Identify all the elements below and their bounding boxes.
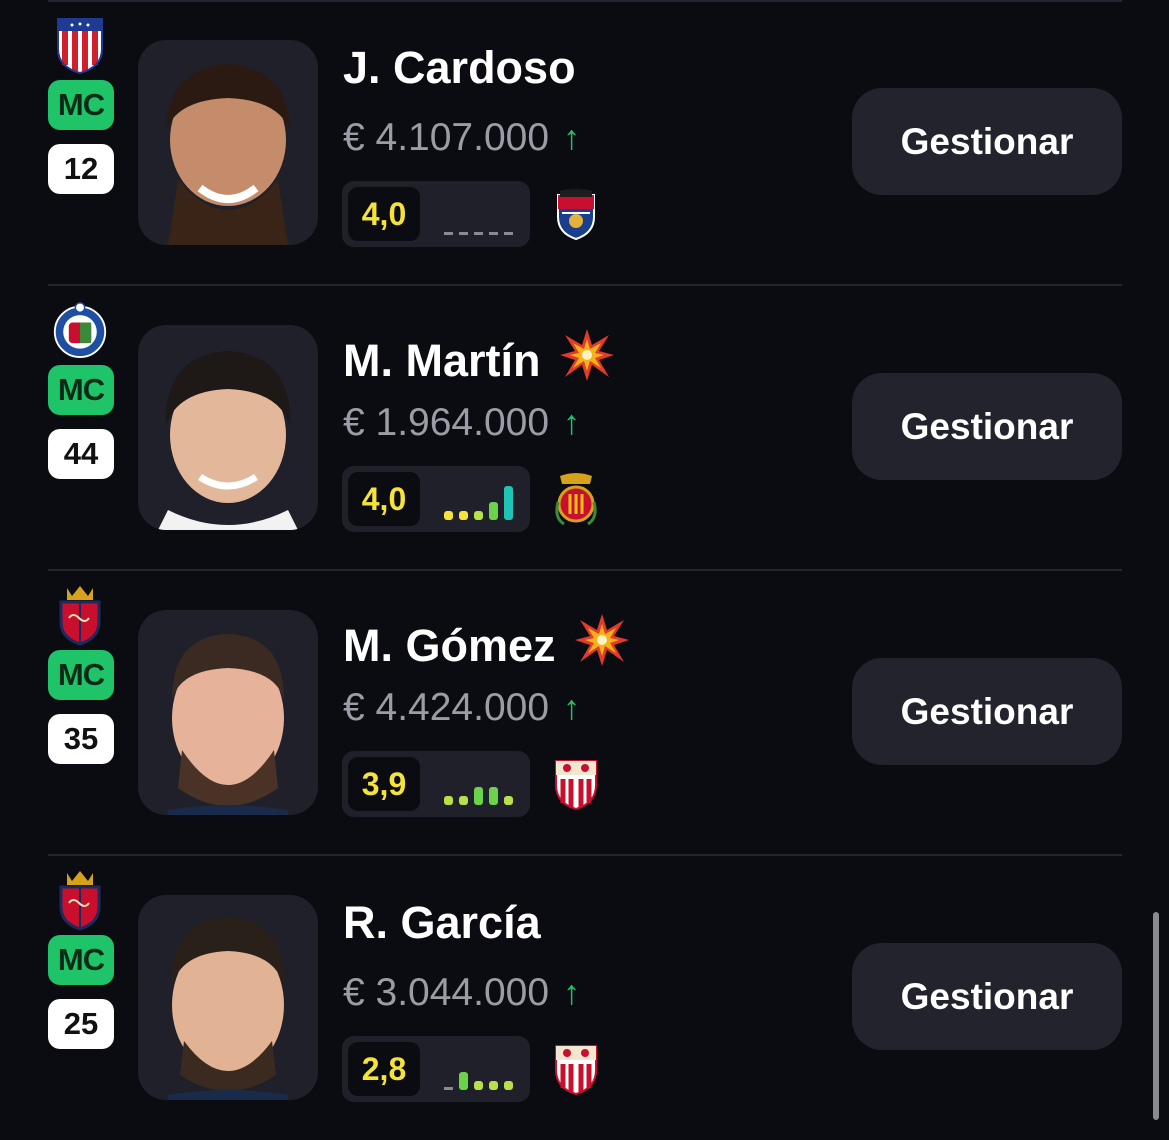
atletico-madrid-crest-icon (52, 10, 108, 80)
player-name-text: J. Cardoso (343, 42, 576, 93)
player-name[interactable]: M. Gómez (343, 612, 630, 679)
player-price: € 4.107.000 ↑ (343, 116, 580, 160)
player-price: € 3.044.000 ↑ (343, 971, 580, 1015)
player-name-text: M. Martín (343, 334, 541, 386)
arrow-up-icon: ↑ (563, 403, 581, 442)
player-name-text: R. García (343, 897, 541, 948)
osasuna-crest-icon (52, 865, 108, 935)
form-bar (459, 511, 468, 520)
form-bar (474, 232, 483, 235)
form-bar (504, 1081, 513, 1090)
form-bars (444, 787, 513, 805)
player-photo (138, 895, 318, 1100)
player-price: € 4.424.000 ↑ (343, 686, 580, 730)
scrollbar[interactable] (1153, 912, 1159, 1120)
form-bar (444, 796, 453, 805)
position-badge: MC (48, 80, 114, 130)
player-row[interactable]: MC 35 M. Gómez € 4.424.000 ↑ 3,9 Gestion… (0, 570, 1169, 855)
position-badge: MC (48, 935, 114, 985)
arrow-up-icon: ↑ (563, 688, 581, 727)
form-bar (489, 232, 498, 235)
score: 2,8 (348, 1042, 420, 1096)
form-bar (474, 1081, 483, 1090)
manage-button[interactable]: Gestionar (852, 373, 1122, 480)
form-bar (444, 232, 453, 235)
jersey-number: 25 (48, 999, 114, 1049)
osasuna-crest-icon (52, 580, 108, 650)
manage-button[interactable]: Gestionar (852, 88, 1122, 195)
form-bar (474, 511, 483, 520)
player-row[interactable]: MC 25 R. García € 3.044.000 ↑ 2,8 Gestio… (0, 855, 1169, 1140)
mallorca-crest-icon (552, 471, 600, 527)
form-bar (489, 1081, 498, 1090)
levante-crest-icon (552, 186, 600, 242)
form-bar (504, 232, 513, 235)
player-photo (138, 40, 318, 245)
arrow-up-icon: ↑ (563, 118, 581, 157)
stats-box[interactable]: 3,9 (342, 751, 530, 817)
manage-button[interactable]: Gestionar (852, 943, 1122, 1050)
getafe-crest-icon (52, 295, 108, 365)
sevilla-crest-icon (552, 756, 600, 812)
jersey-number: 35 (48, 714, 114, 764)
price-value: € 1.964.000 (343, 401, 550, 444)
explosion-icon (559, 327, 615, 394)
player-name[interactable]: J. Cardoso (343, 42, 576, 94)
explosion-icon (574, 612, 630, 679)
form-bars (444, 1072, 513, 1090)
position-badge: MC (48, 650, 114, 700)
player-name-text: M. Gómez (343, 619, 556, 671)
arrow-up-icon: ↑ (563, 973, 581, 1012)
sevilla-crest-icon (552, 1041, 600, 1097)
player-price: € 1.964.000 ↑ (343, 401, 580, 445)
form-bar (489, 502, 498, 520)
player-name[interactable]: R. García (343, 897, 541, 949)
stats-box[interactable]: 4,0 (342, 466, 530, 532)
price-value: € 3.044.000 (343, 971, 550, 1014)
player-photo (138, 610, 318, 815)
form-bar (504, 486, 513, 520)
form-bar (459, 1072, 468, 1090)
score: 4,0 (348, 187, 420, 241)
form-bars (444, 486, 513, 520)
form-bar (474, 787, 483, 805)
score: 4,0 (348, 472, 420, 526)
stats-box[interactable]: 4,0 (342, 181, 530, 247)
player-row[interactable]: MC 12 J. Cardoso € 4.107.000 ↑ 4,0 Gesti… (0, 0, 1169, 285)
form-bar (459, 232, 468, 235)
form-bars (444, 232, 513, 235)
price-value: € 4.424.000 (343, 686, 550, 729)
form-bar (489, 787, 498, 805)
player-photo (138, 325, 318, 530)
score: 3,9 (348, 757, 420, 811)
form-bar (444, 1087, 453, 1090)
position-badge: MC (48, 365, 114, 415)
form-bar (444, 511, 453, 520)
form-bar (504, 796, 513, 805)
jersey-number: 12 (48, 144, 114, 194)
player-row[interactable]: MC 44 M. Martín € 1.964.000 ↑ 4,0 Gestio… (0, 285, 1169, 570)
form-bar (459, 796, 468, 805)
jersey-number: 44 (48, 429, 114, 479)
manage-button[interactable]: Gestionar (852, 658, 1122, 765)
price-value: € 4.107.000 (343, 116, 550, 159)
player-name[interactable]: M. Martín (343, 327, 615, 394)
stats-box[interactable]: 2,8 (342, 1036, 530, 1102)
